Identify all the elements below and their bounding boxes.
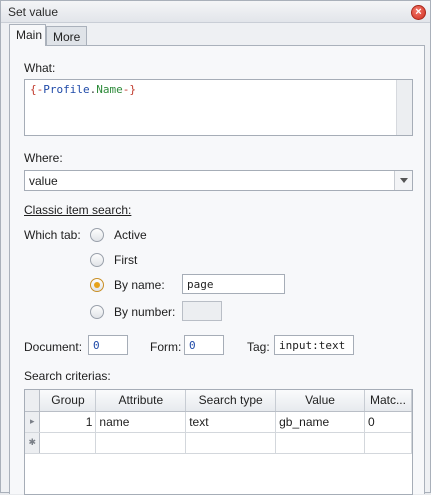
document-label: Document: (24, 340, 83, 354)
where-select[interactable]: value (24, 170, 413, 191)
close-icon[interactable]: × (411, 5, 426, 20)
where-selected-value: value (29, 174, 58, 188)
which-tab-label: Which tab: (24, 228, 81, 242)
search-criteria-grid[interactable]: Group Attribute Search type Value Matc..… (24, 389, 413, 495)
radio-by-number-label: By number: (114, 305, 176, 319)
cell-search-type[interactable] (185, 432, 277, 454)
radio-first-label: First (114, 253, 138, 267)
column-header-attribute[interactable]: Attribute (95, 390, 187, 412)
form-value: 0 (189, 339, 196, 352)
column-header-match[interactable]: Matc... (364, 390, 412, 412)
form-input[interactable]: 0 (184, 335, 224, 355)
window-title: Set value (8, 5, 59, 19)
radio-by-name-label: By name: (114, 278, 165, 292)
tab-more[interactable]: More (46, 26, 87, 46)
cell-group[interactable] (39, 432, 97, 454)
tab-main[interactable]: Main (9, 24, 46, 46)
tag-input[interactable]: input:text (274, 335, 354, 355)
form-label: Form: (150, 340, 182, 354)
tag-value: input:text (279, 339, 346, 352)
radio-by-name[interactable] (90, 278, 104, 292)
set-value-window: Set value × Main More What: {-Profile.Na… (0, 0, 431, 495)
document-input[interactable]: 0 (88, 335, 128, 355)
new-row-icon[interactable]: ✱ (25, 432, 41, 454)
row-header-corner (25, 390, 41, 412)
cell-attribute[interactable] (95, 432, 187, 454)
column-header-group[interactable]: Group (39, 390, 97, 412)
what-expression: {-Profile.Name-} (30, 83, 136, 96)
tab-number-input[interactable] (182, 301, 222, 321)
cell-value[interactable] (275, 432, 365, 454)
classic-item-search-link[interactable]: Classic item search: (24, 203, 131, 217)
document-value: 0 (93, 339, 100, 352)
cell-search-type[interactable]: text (185, 411, 277, 433)
tag-label: Tag: (247, 340, 270, 354)
expr-property: Name (96, 83, 123, 96)
cell-match[interactable] (364, 432, 412, 454)
expr-close: -} (122, 83, 136, 96)
expr-object: Profile (43, 83, 90, 96)
search-criteria-label: Search criterias: (24, 369, 111, 383)
what-label: What: (24, 61, 56, 75)
what-textarea[interactable]: {-Profile.Name-} (24, 79, 413, 136)
main-panel: What: {-Profile.Name-} Where: value Clas… (9, 45, 425, 495)
cell-group[interactable]: 1 (39, 411, 97, 433)
column-header-search-type[interactable]: Search type (185, 390, 277, 412)
radio-by-number[interactable] (90, 305, 104, 319)
column-header-value[interactable]: Value (275, 390, 365, 412)
tab-name-input[interactable]: page (182, 274, 285, 294)
cell-attribute[interactable]: name (95, 411, 187, 433)
where-label: Where: (24, 151, 63, 165)
table-row-new[interactable]: ✱ (25, 432, 412, 454)
tab-name-value: page (187, 278, 214, 291)
radio-active[interactable] (90, 228, 104, 242)
title-bar: Set value × (1, 1, 430, 23)
table-row[interactable]: ▸ 1 name text gb_name 0 (25, 411, 412, 433)
cell-value[interactable]: gb_name (275, 411, 365, 433)
what-scrollbar[interactable] (396, 80, 412, 135)
cell-match[interactable]: 0 (364, 411, 412, 433)
criteria-table: Group Attribute Search type Value Matc..… (25, 390, 412, 454)
radio-active-label: Active (114, 228, 147, 242)
expr-open: {- (30, 83, 44, 96)
radio-first[interactable] (90, 253, 104, 267)
row-pointer-icon[interactable]: ▸ (25, 411, 41, 433)
table-header-row: Group Attribute Search type Value Matc..… (25, 390, 412, 412)
chevron-down-icon[interactable] (394, 171, 412, 190)
